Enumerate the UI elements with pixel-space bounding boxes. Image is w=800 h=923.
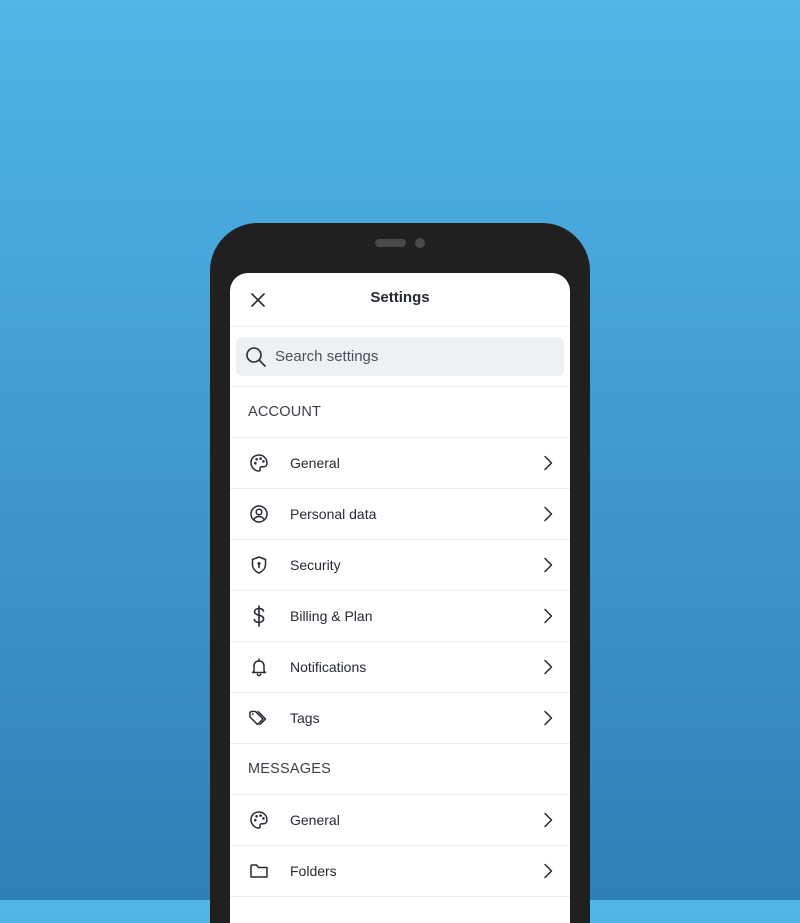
settings-header: Settings	[230, 273, 570, 327]
settings-item-label: Folders	[290, 863, 337, 879]
palette-icon	[248, 809, 270, 831]
settings-screen: Settings ACCOUNT	[230, 273, 570, 923]
settings-item-label: Personal data	[290, 506, 377, 522]
settings-item-notifications[interactable]: Notifications	[230, 642, 570, 693]
chevron-right-icon	[540, 505, 556, 523]
shield-icon	[248, 554, 270, 576]
section-header-messages: MESSAGES	[230, 744, 570, 795]
settings-item-account-general[interactable]: General	[230, 438, 570, 489]
phone-frame: Settings ACCOUNT	[210, 223, 590, 923]
tags-icon	[248, 707, 270, 729]
chevron-right-icon	[540, 454, 556, 472]
chevron-right-icon	[540, 658, 556, 676]
settings-item-label: Tags	[290, 710, 320, 726]
search-box[interactable]	[236, 337, 564, 376]
settings-item-label: Notifications	[290, 659, 367, 675]
bell-icon	[248, 656, 270, 678]
settings-item-security[interactable]: Security	[230, 540, 570, 591]
settings-item-label: General	[290, 455, 340, 471]
chevron-right-icon	[540, 709, 556, 727]
settings-item-messages-general[interactable]: General	[230, 795, 570, 846]
settings-item-folders[interactable]: Folders	[230, 846, 570, 897]
search-icon	[245, 346, 267, 368]
palette-icon	[248, 452, 270, 474]
settings-item-billing-plan[interactable]: Billing & Plan	[230, 591, 570, 642]
settings-item-label: Billing & Plan	[290, 608, 373, 624]
chevron-right-icon	[540, 862, 556, 880]
user-circle-icon	[248, 503, 270, 525]
settings-item-tags[interactable]: Tags	[230, 693, 570, 744]
chevron-right-icon	[540, 556, 556, 574]
search-area	[230, 327, 570, 387]
folder-icon	[248, 860, 270, 882]
chevron-right-icon	[540, 607, 556, 625]
search-input[interactable]	[275, 348, 545, 365]
settings-item-label: General	[290, 812, 340, 828]
phone-speaker	[375, 239, 406, 247]
dollar-icon	[248, 605, 270, 627]
settings-item-label: Security	[290, 557, 341, 573]
phone-camera	[415, 238, 425, 248]
page-title: Settings	[370, 289, 430, 306]
section-header-account: ACCOUNT	[230, 387, 570, 438]
chevron-right-icon	[540, 811, 556, 829]
settings-item-personal-data[interactable]: Personal data	[230, 489, 570, 540]
